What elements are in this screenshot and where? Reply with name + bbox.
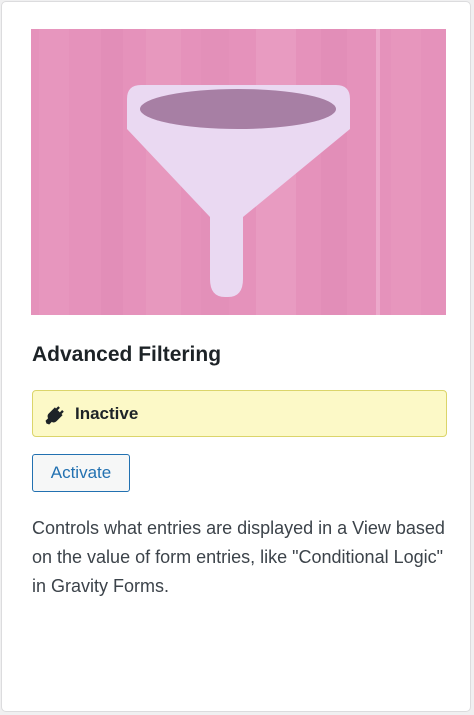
extension-card: Advanced Filtering Inactive Activate Con…: [1, 1, 471, 712]
funnel-icon: [31, 29, 446, 315]
extension-image: [31, 29, 446, 315]
extension-description: Controls what entries are displayed in a…: [32, 518, 445, 596]
plug-icon: [45, 404, 67, 425]
status-badge: Inactive: [32, 390, 447, 437]
status-label: Inactive: [75, 403, 139, 423]
extension-title: Advanced Filtering: [32, 343, 222, 366]
activate-button[interactable]: Activate: [32, 454, 130, 492]
